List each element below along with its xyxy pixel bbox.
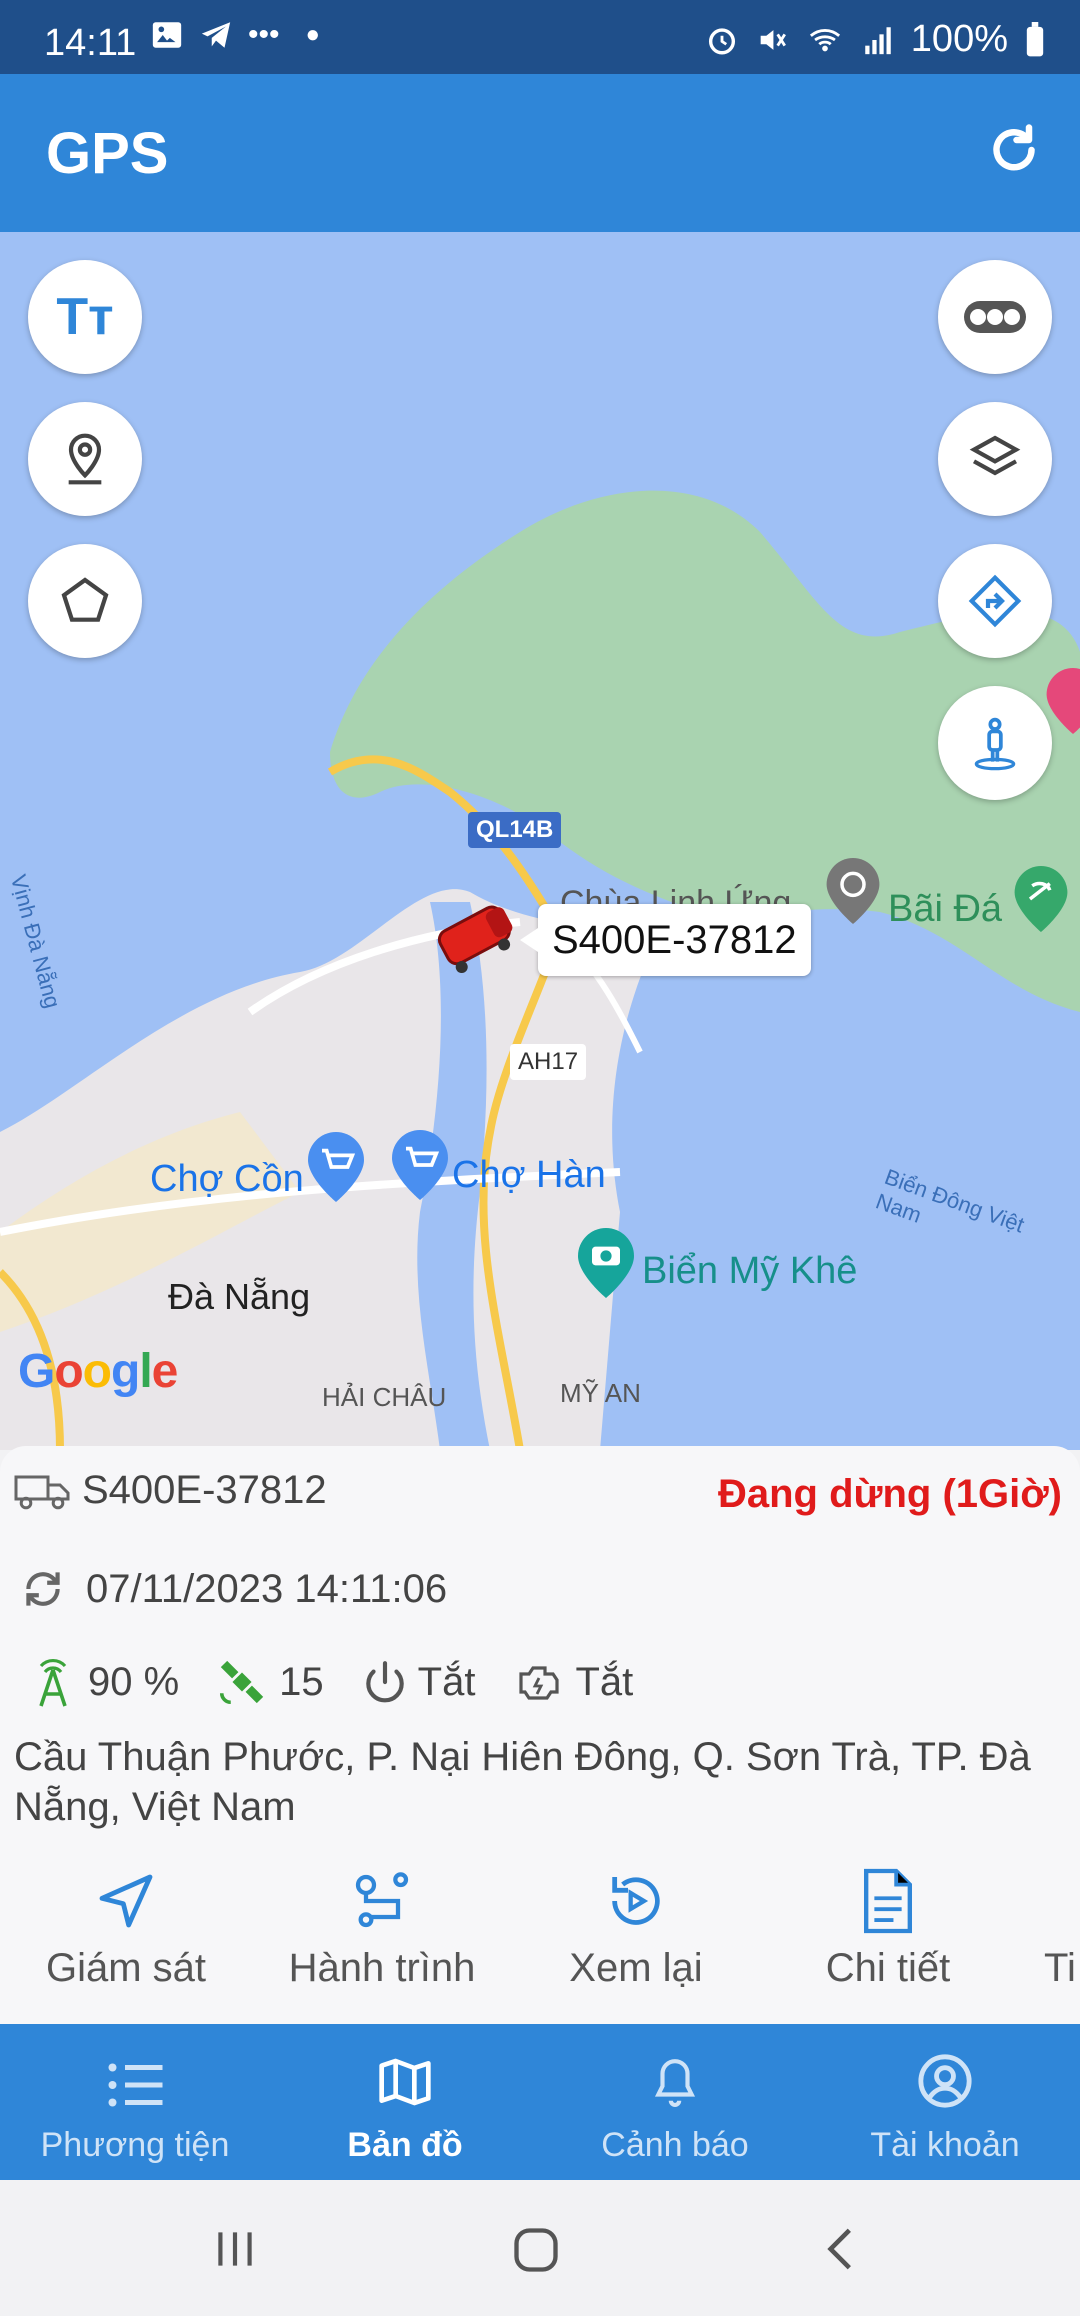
- vehicle-plate: S400E-37812: [82, 1468, 327, 1512]
- signal-icon: [865, 26, 891, 54]
- engine-icon: [519, 1666, 560, 1700]
- location-pin-icon: [68, 433, 102, 485]
- system-navigation-bar: [0, 2180, 1080, 2316]
- more-button[interactable]: [938, 260, 1052, 374]
- layers-icon: [969, 435, 1021, 476]
- map-icon: [379, 2058, 431, 2106]
- nav-alerts-label: Cảnh báo: [601, 2126, 749, 2164]
- more-action[interactable]: Ti: [1000, 1866, 1080, 1991]
- bottom-navigation: Phương tiện Bản đồ Cảnh báo Tài khoản: [0, 2024, 1080, 2180]
- satellite-icon: [220, 1660, 264, 1705]
- alarm-icon: [708, 27, 735, 54]
- nav-account-label: Tài khoản: [870, 2126, 1020, 2164]
- satellite-count: 15: [279, 1659, 324, 1704]
- detail-action[interactable]: Chi tiết: [778, 1866, 998, 1991]
- street-view-icon: [974, 717, 1016, 771]
- map-label-hai-chau: HẢI CHÂU: [322, 1382, 447, 1412]
- detail-action-label: Chi tiết: [825, 1946, 951, 1990]
- more-dots-icon: •••: [248, 18, 280, 51]
- gallery-icon: [152, 22, 182, 48]
- place-pin-icon: [1046, 668, 1080, 734]
- mute-icon: [760, 29, 786, 50]
- battery-percent: 100%: [910, 18, 1008, 60]
- back-icon[interactable]: [816, 2224, 866, 2274]
- signal-strength: 90 %: [88, 1659, 180, 1704]
- more-action-label: Ti: [1044, 1946, 1076, 1990]
- truck-icon: [14, 1475, 70, 1509]
- pentagon-icon: [61, 577, 109, 622]
- road-sign-ql14b: QL14B: [468, 812, 562, 848]
- map-label-bien-my-khe: Biển Mỹ Khê: [642, 1250, 858, 1292]
- refresh-icon[interactable]: [984, 120, 1044, 180]
- nav-map[interactable]: Bản đồ: [270, 2024, 540, 2180]
- street-view-button[interactable]: [938, 686, 1052, 800]
- nav-map-label: Bản đồ: [347, 2126, 463, 2164]
- app-bar: GPS: [0, 74, 1080, 232]
- power-status: Tắt: [417, 1659, 476, 1704]
- map-view[interactable]: Tт QL14B AH17 Chùa Linh Ứng Bãi Đá Chợ C…: [0, 232, 1080, 1450]
- vehicle-status-badge: Đang dừng (1Giờ): [717, 1472, 1062, 1516]
- layers-button[interactable]: [938, 402, 1052, 516]
- monitor-action-label: Giám sát: [45, 1946, 207, 1990]
- beach-pin-icon: [1014, 866, 1068, 932]
- dot-icon: ●: [305, 21, 321, 48]
- directions-button[interactable]: [938, 544, 1052, 658]
- bell-icon: [654, 2059, 696, 2107]
- wifi-icon: [809, 28, 840, 51]
- camera-pin-icon: [578, 1228, 634, 1298]
- power-icon: [365, 1661, 404, 1703]
- replay-icon: [612, 1877, 660, 1925]
- status-time: 14:11: [44, 22, 137, 64]
- text-size-button[interactable]: Tт: [28, 260, 142, 374]
- replay-action-label: Xem lại: [569, 1946, 703, 1990]
- shopping-pin-icon: [392, 1130, 448, 1200]
- vehicle-address: Cầu Thuận Phước, P. Nại Hiên Đông, Q. Sơ…: [14, 1735, 1031, 1829]
- map-label-bai-da: Bãi Đá: [888, 888, 1003, 930]
- polygon-button[interactable]: [28, 544, 142, 658]
- nav-vehicles-label: Phương tiện: [40, 2126, 230, 2164]
- last-update-time: 07/11/2023 14:11:06: [86, 1566, 448, 1611]
- sync-icon: [26, 1572, 60, 1606]
- app-title: GPS: [46, 121, 169, 186]
- nav-vehicles[interactable]: Phương tiện: [0, 2024, 270, 2180]
- map-label-cho-han: Chợ Hàn: [452, 1154, 606, 1196]
- action-bar: Giám sát Hành trình Xem lại Chi tiết Ti: [0, 1866, 1080, 2006]
- nav-alerts[interactable]: Cảnh báo: [540, 2024, 810, 2180]
- telegram-icon: [201, 22, 231, 48]
- google-logo: Google: [18, 1345, 178, 1398]
- engine-status: Tắt: [575, 1659, 634, 1704]
- monitor-action[interactable]: Giám sát: [16, 1866, 236, 1991]
- location-button[interactable]: [28, 402, 142, 516]
- shopping-pin-icon: [308, 1132, 364, 1202]
- account-icon: [918, 2054, 972, 2108]
- home-icon[interactable]: [510, 2224, 562, 2276]
- battery-icon: [1026, 21, 1044, 56]
- map-label-da-nang: Đà Nẵng: [168, 1276, 311, 1317]
- recent-apps-icon[interactable]: [210, 2224, 260, 2274]
- status-bar: 14:11 ••• ● 100%: [0, 0, 1080, 74]
- nav-account[interactable]: Tài khoản: [810, 2024, 1080, 2180]
- list-icon: [108, 2063, 163, 2107]
- road-sign-ah17: AH17: [510, 1044, 587, 1080]
- map-label-cho-con: Chợ Cồn: [150, 1158, 304, 1200]
- more-dots-icon: [964, 301, 1026, 333]
- route-icon: [355, 1872, 409, 1928]
- temple-pin-icon: [826, 858, 880, 924]
- text-size-icon: Tт: [56, 288, 114, 346]
- navigation-arrow-icon: [99, 1874, 153, 1928]
- vehicle-map-label[interactable]: S400E-37812: [520, 904, 811, 976]
- map-label-my-an: MỸ AN: [560, 1378, 641, 1408]
- replay-action[interactable]: Xem lại: [526, 1866, 746, 1991]
- document-icon: [864, 1868, 912, 1934]
- trip-action-label: Hành trình: [288, 1946, 476, 1990]
- trip-action[interactable]: Hành trình: [272, 1866, 492, 1991]
- directions-icon: [968, 574, 1022, 628]
- signal-tower-icon: [39, 1659, 67, 1707]
